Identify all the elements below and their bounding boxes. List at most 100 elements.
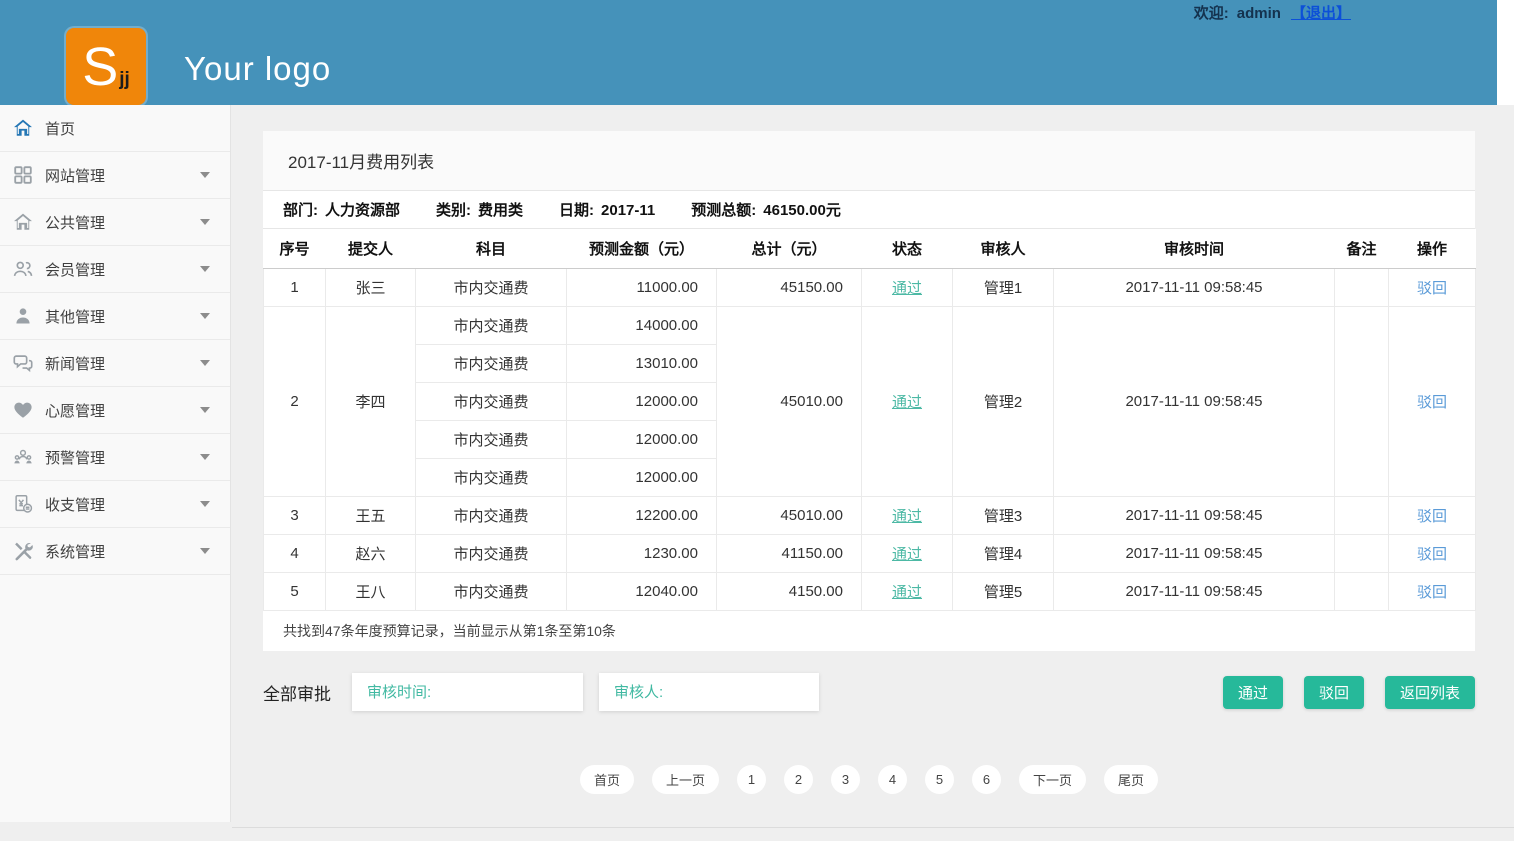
- action-cell: 驳回: [1389, 269, 1476, 307]
- amount-cell: 12000.00: [567, 459, 717, 497]
- total-cell: 45150.00: [717, 269, 862, 307]
- main-content: 2017-11月费用列表 部门:人力资源部类别:费用类日期:2017-11预测总…: [232, 105, 1514, 822]
- footer-divider: [232, 827, 1514, 841]
- info-row: 部门:人力资源部类别:费用类日期:2017-11预测总额:46150.00元: [263, 191, 1475, 229]
- welcome-bar: 欢迎:admin【退出】: [1194, 2, 1351, 23]
- pagination-prev[interactable]: 上一页: [652, 765, 719, 794]
- status-cell: 通过: [862, 269, 953, 307]
- status-cell: 通过: [862, 573, 953, 611]
- chevron-down-icon: [200, 172, 210, 178]
- info-label: 预测总额:: [691, 202, 756, 219]
- approval-bar: 全部审批 通过 驳回 返回列表: [263, 673, 1475, 711]
- review-time-input[interactable]: [352, 673, 583, 711]
- action-cell: 驳回: [1389, 535, 1476, 573]
- status-pass-link[interactable]: 通过: [892, 584, 922, 601]
- review-time-cell: 2017-11-11 09:58:45: [1054, 573, 1335, 611]
- sidebar-item-public-management[interactable]: 公共管理: [0, 199, 230, 246]
- pagination-next[interactable]: 下一页: [1019, 765, 1086, 794]
- amount-cell: 12040.00: [567, 573, 717, 611]
- chevron-down-icon: [200, 360, 210, 366]
- logo-letter: S: [82, 40, 118, 94]
- reviewer-input[interactable]: [599, 673, 819, 711]
- invoice-icon: [12, 493, 34, 515]
- sidebar-item-site-management[interactable]: 网站管理: [0, 152, 230, 199]
- sidebar-item-label: 网站管理: [45, 165, 105, 186]
- review-time-cell: 2017-11-11 09:58:45: [1054, 535, 1335, 573]
- info-group: 日期:2017-11: [559, 199, 655, 220]
- row-number-cell: 1: [264, 269, 326, 307]
- info-label: 日期:: [559, 202, 594, 219]
- sidebar-item-finance-management[interactable]: 收支管理: [0, 481, 230, 528]
- welcome-label: 欢迎:: [1194, 5, 1229, 22]
- status-pass-link[interactable]: 通过: [892, 280, 922, 297]
- reject-action-link[interactable]: 驳回: [1417, 584, 1447, 601]
- reject-action-link[interactable]: 驳回: [1417, 394, 1447, 411]
- info-group: 部门:人力资源部: [283, 199, 400, 220]
- pagination-last[interactable]: 尾页: [1104, 765, 1158, 794]
- action-cell: 驳回: [1389, 307, 1476, 497]
- pagination-first[interactable]: 首页: [580, 765, 634, 794]
- sidebar-item-label: 公共管理: [45, 212, 105, 233]
- remark-cell: [1335, 497, 1389, 535]
- pagination-page-6[interactable]: 6: [972, 765, 1001, 794]
- subject-cell: 市内交通费: [416, 421, 567, 459]
- logo-sub: jj: [119, 69, 130, 91]
- reviewer-cell: 管理5: [953, 573, 1054, 611]
- logout-link[interactable]: 【退出】: [1291, 5, 1351, 22]
- reject-action-link[interactable]: 驳回: [1417, 280, 1447, 297]
- reviewer-cell: 管理1: [953, 269, 1054, 307]
- amount-cell: 14000.00: [567, 307, 717, 345]
- back-to-list-button[interactable]: 返回列表: [1385, 676, 1475, 709]
- status-pass-link[interactable]: 通过: [892, 546, 922, 563]
- pagination-page-5[interactable]: 5: [925, 765, 954, 794]
- submitter-cell: 李四: [326, 307, 416, 497]
- reject-action-link[interactable]: 驳回: [1417, 508, 1447, 525]
- amount-cell: 13010.00: [567, 345, 717, 383]
- pagination-page-3[interactable]: 3: [831, 765, 860, 794]
- pagination-page-4[interactable]: 4: [878, 765, 907, 794]
- info-value: 人力资源部: [325, 202, 400, 219]
- table-header-row: 序号提交人科目预测金额（元）总计（元）状态审核人审核时间备注操作: [264, 229, 1476, 269]
- column-header: 操作: [1389, 229, 1476, 269]
- sidebar-item-label: 首页: [45, 118, 75, 139]
- review-time-cell: 2017-11-11 09:58:45: [1054, 307, 1335, 497]
- sidebar-item-member-management[interactable]: 会员管理: [0, 246, 230, 293]
- sidebar-item-label: 其他管理: [45, 306, 105, 327]
- approve-all-label: 全部审批: [263, 680, 331, 705]
- sidebar-item-news-management[interactable]: 新闻管理: [0, 340, 230, 387]
- sidebar-item-wish-management[interactable]: 心愿管理: [0, 387, 230, 434]
- sidebar-item-home[interactable]: 首页: [0, 105, 230, 152]
- table-row: 5王八市内交通费12040.004150.00通过管理52017-11-11 0…: [264, 573, 1476, 611]
- status-pass-link[interactable]: 通过: [892, 394, 922, 411]
- column-header: 状态: [862, 229, 953, 269]
- approve-button[interactable]: 通过: [1223, 676, 1283, 709]
- reject-button[interactable]: 驳回: [1304, 676, 1364, 709]
- person-icon: [12, 305, 34, 327]
- chat-icon: [12, 352, 34, 374]
- pagination-page-2[interactable]: 2: [784, 765, 813, 794]
- total-cell: 41150.00: [717, 535, 862, 573]
- row-number-cell: 5: [264, 573, 326, 611]
- sidebar-item-warning-management[interactable]: 预警管理: [0, 434, 230, 481]
- sidebar-item-system-management[interactable]: 系统管理: [0, 528, 230, 575]
- reviewer-cell: 管理3: [953, 497, 1054, 535]
- subject-cell: 市内交通费: [416, 269, 567, 307]
- sidebar-item-other-management[interactable]: 其他管理: [0, 293, 230, 340]
- pagination-page-1[interactable]: 1: [737, 765, 766, 794]
- amount-cell: 12000.00: [567, 421, 717, 459]
- chevron-down-icon: [200, 501, 210, 507]
- chevron-down-icon: [200, 266, 210, 272]
- table-row: 3王五市内交通费12200.0045010.00通过管理32017-11-11 …: [264, 497, 1476, 535]
- subject-cell: 市内交通费: [416, 497, 567, 535]
- amount-cell: 1230.00: [567, 535, 717, 573]
- expense-table: 序号提交人科目预测金额（元）总计（元）状态审核人审核时间备注操作 1张三市内交通…: [263, 229, 1476, 611]
- column-header: 总计（元）: [717, 229, 862, 269]
- submitter-cell: 张三: [326, 269, 416, 307]
- sidebar-item-label: 会员管理: [45, 259, 105, 280]
- chevron-down-icon: [200, 454, 210, 460]
- total-cell: 45010.00: [717, 497, 862, 535]
- remark-cell: [1335, 535, 1389, 573]
- reject-action-link[interactable]: 驳回: [1417, 546, 1447, 563]
- status-pass-link[interactable]: 通过: [892, 508, 922, 525]
- tools-icon: [12, 540, 34, 562]
